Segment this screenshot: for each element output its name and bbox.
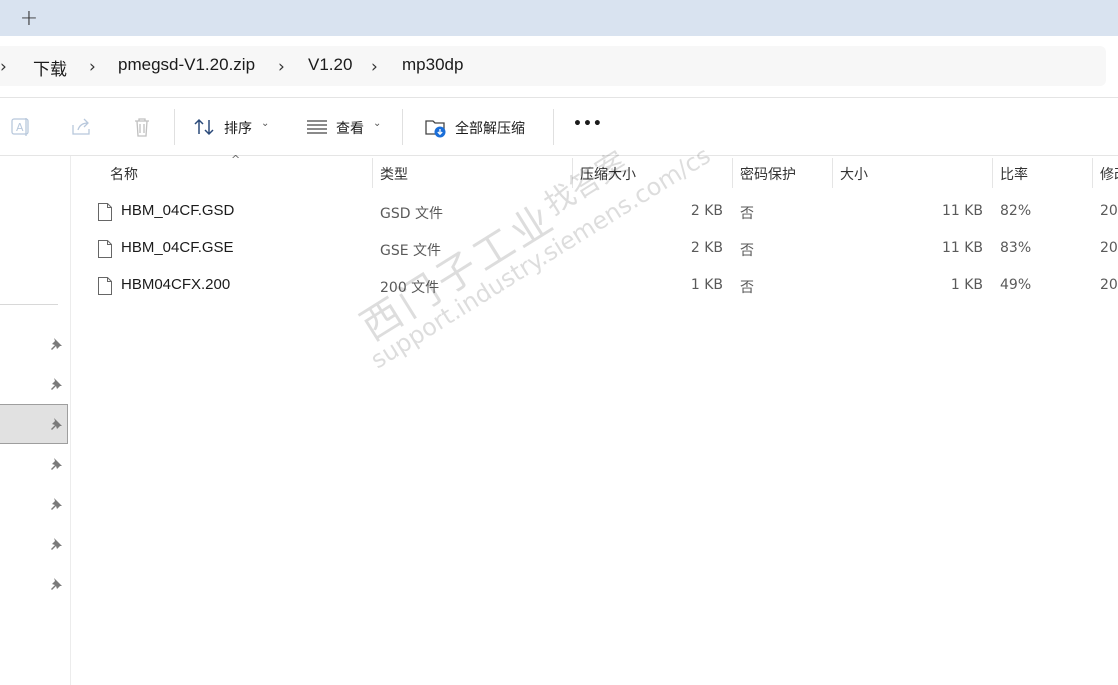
column-header-name[interactable]: 名称	[110, 164, 138, 184]
column-divider[interactable]	[1092, 158, 1093, 188]
column-header-row: ^ 名称 类型 压缩大小 密码保护 大小 比率 修改	[71, 153, 1118, 190]
file-icon	[98, 277, 112, 295]
extract-all-button[interactable]: 全部解压缩	[455, 118, 525, 138]
pin-icon[interactable]	[48, 536, 64, 552]
column-divider[interactable]	[732, 158, 733, 188]
file-size: 11 KB	[941, 203, 983, 219]
file-size: 11 KB	[941, 240, 983, 256]
chevron-right-icon[interactable]: ›	[0, 57, 7, 77]
delete-icon[interactable]	[130, 116, 154, 138]
plus-icon: +	[19, 5, 39, 31]
sort-button[interactable]: 排序	[224, 118, 252, 138]
pin-icon[interactable]	[48, 416, 64, 432]
toolbar-divider	[174, 109, 175, 145]
new-tab-button[interactable]: +	[14, 4, 44, 32]
file-compressed-size: 2 KB	[690, 203, 723, 219]
chevron-right-icon[interactable]: ›	[278, 57, 285, 77]
file-password: 否	[740, 243, 754, 259]
column-header-password[interactable]: 密码保护	[740, 164, 796, 184]
file-type: 200 文件	[380, 280, 440, 296]
file-modified: 20	[1100, 240, 1118, 256]
pin-icon[interactable]	[48, 376, 64, 392]
file-icon	[98, 240, 112, 258]
column-header-type[interactable]: 类型	[380, 164, 408, 184]
file-password: 否	[740, 280, 754, 296]
column-header-size[interactable]: 大小	[840, 164, 868, 184]
breadcrumb-item-folder[interactable]: mp30dp	[402, 55, 463, 75]
column-header-ratio[interactable]: 比率	[1000, 164, 1028, 184]
breadcrumb-item-version[interactable]: V1.20	[308, 55, 352, 75]
pin-icon[interactable]	[48, 496, 64, 512]
share-icon[interactable]	[70, 116, 94, 138]
file-password: 否	[740, 206, 754, 222]
address-bar: › 下载 › pmegsd-V1.20.zip › V1.20 › mp30dp	[0, 36, 1118, 98]
more-options-button[interactable]: •••	[573, 116, 603, 132]
sidebar-divider	[0, 304, 58, 305]
file-compressed-size: 2 KB	[690, 240, 723, 256]
file-modified: 20	[1100, 277, 1118, 293]
chevron-right-icon[interactable]: ›	[371, 57, 378, 77]
chevron-right-icon[interactable]: ›	[89, 57, 96, 77]
svg-text:A: A	[16, 121, 24, 134]
tab-bar: +	[0, 0, 1118, 36]
sort-icon[interactable]	[193, 116, 217, 138]
navigation-pane	[0, 156, 71, 685]
column-divider[interactable]	[992, 158, 993, 188]
pin-icon[interactable]	[48, 456, 64, 472]
file-type: GSE 文件	[380, 243, 442, 259]
file-ratio: 82%	[1000, 203, 1032, 219]
breadcrumb[interactable]: › 下载 › pmegsd-V1.20.zip › V1.20 › mp30dp	[0, 46, 1106, 86]
file-ratio: 49%	[1000, 277, 1032, 293]
file-compressed-size: 1 KB	[690, 277, 723, 293]
chevron-down-icon[interactable]: ⌄	[261, 118, 269, 129]
column-header-compressed-size[interactable]: 压缩大小	[580, 164, 636, 184]
breadcrumb-item-downloads[interactable]: 下载	[33, 55, 67, 80]
breadcrumb-item-zip[interactable]: pmegsd-V1.20.zip	[118, 55, 255, 75]
file-row[interactable]: HBM_04CF.GSD GSD 文件 2 KB 否 11 KB 82% 20	[71, 194, 1118, 230]
column-divider[interactable]	[572, 158, 573, 188]
file-modified: 20	[1100, 203, 1118, 219]
file-name[interactable]: HBM_04CF.GSE	[121, 239, 234, 256]
extract-all-icon[interactable]	[424, 116, 448, 138]
file-size: 1 KB	[950, 277, 983, 293]
pin-icon[interactable]	[48, 576, 64, 592]
view-icon[interactable]	[305, 116, 329, 138]
sort-up-icon: ^	[231, 153, 241, 166]
column-divider[interactable]	[832, 158, 833, 188]
rename-icon[interactable]: A	[9, 116, 33, 138]
command-bar: A 排序 ⌄ 查看 ⌄ 全部解压缩 •••	[0, 98, 1118, 156]
file-name[interactable]: HBM04CFX.200	[121, 276, 230, 293]
file-row[interactable]: HBM_04CF.GSE GSE 文件 2 KB 否 11 KB 83% 20	[71, 231, 1118, 267]
column-divider[interactable]	[372, 158, 373, 188]
file-type: GSD 文件	[380, 206, 443, 222]
toolbar-divider	[553, 109, 554, 145]
view-button[interactable]: 查看	[336, 118, 364, 138]
column-header-modified[interactable]: 修改	[1100, 164, 1118, 184]
file-row[interactable]: HBM04CFX.200 200 文件 1 KB 否 1 KB 49% 20	[71, 268, 1118, 304]
file-name[interactable]: HBM_04CF.GSD	[121, 202, 234, 219]
file-ratio: 83%	[1000, 240, 1032, 256]
toolbar-divider	[402, 109, 403, 145]
file-icon	[98, 203, 112, 221]
pin-icon[interactable]	[48, 336, 64, 352]
chevron-down-icon[interactable]: ⌄	[373, 118, 381, 129]
